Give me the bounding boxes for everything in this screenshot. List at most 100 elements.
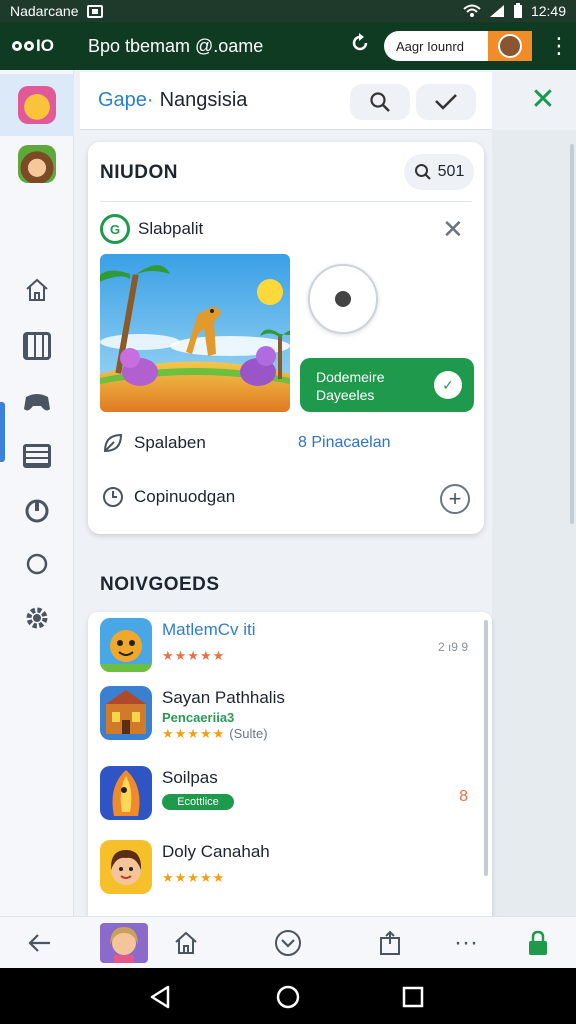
sidebar-item-game-app[interactable] (0, 74, 74, 136)
primary-action-button[interactable]: Dodemeire Dayeeles ✓ (300, 358, 474, 412)
section-title: NOIVGOEDS (100, 574, 220, 595)
share-icon[interactable] (370, 925, 410, 961)
home-icon (26, 278, 48, 301)
feature-row-1[interactable]: Spalaben (102, 432, 206, 454)
sidebar-item-home[interactable] (0, 266, 74, 314)
game-tag-badge: Ecottlice (162, 794, 234, 810)
game-rating: ★★★★★ (162, 648, 226, 663)
signal-icon (489, 5, 504, 17)
circle-icon (26, 553, 48, 575)
sidebar-item-circle[interactable] (0, 540, 74, 588)
leaf-icon (103, 433, 123, 453)
nav-home-icon[interactable] (275, 984, 301, 1010)
game-badge-icon: G (100, 214, 130, 244)
nav-recents-icon[interactable] (400, 984, 426, 1010)
sidebar-item-controller[interactable] (0, 378, 74, 426)
game-meta: 8 (459, 788, 468, 805)
game-app-icon (18, 86, 56, 124)
list-item[interactable]: Soilpas Ecottlice 8 (100, 766, 480, 824)
avatar-face-icon (110, 927, 138, 963)
game-rating: ★★★★★ (Sulte) (162, 726, 268, 742)
search-chip[interactable]: 501 (404, 154, 474, 190)
check-circle-icon: ✓ (434, 371, 462, 399)
user-avatar[interactable] (100, 923, 148, 963)
game-icon (100, 766, 152, 820)
feature-row-2-label: Copinuodgan (134, 487, 236, 506)
active-indicator (0, 402, 5, 462)
gamepad-icon (24, 394, 50, 411)
rating-stars: ★★★★★ (162, 726, 226, 741)
wifi-icon (463, 4, 481, 17)
game-list: MatlemCv iti ★★★★★ 2 ı9 9 Sayan Pathhali… (88, 612, 492, 922)
game-meta: 2 ı9 9 (437, 640, 468, 654)
confirm-button[interactable] (416, 84, 476, 120)
game-artwork[interactable] (100, 254, 290, 412)
game-icon (100, 840, 152, 894)
status-bar: Nadarcane 12:49 (0, 0, 576, 22)
clock: 12:49 (530, 3, 566, 19)
more-horizontal-icon[interactable]: ··· (446, 925, 486, 961)
divider (100, 201, 472, 202)
check-icon (435, 94, 457, 110)
feature-row-1-label: Spalaben (134, 433, 206, 452)
battery-icon (513, 3, 522, 18)
search-button[interactable] (350, 84, 410, 120)
feature-link[interactable]: 8 Pinacaelan (298, 434, 391, 452)
list-item[interactable]: Doly Canahah ★★★★★ (100, 840, 480, 898)
notification-icon (86, 4, 103, 18)
app-bar: IO Bpo tbemam @.oame Aagr Iounrd ⋮ (0, 22, 576, 70)
refresh-icon[interactable] (346, 32, 374, 60)
sidebar-nav (0, 70, 74, 916)
profile-avatar[interactable] (488, 31, 532, 61)
game-name: Doly Canahah (162, 842, 270, 861)
gear-icon (26, 607, 48, 629)
sidebar-item-settings[interactable] (0, 594, 74, 642)
game-name: Sayan Pathhalis (162, 688, 285, 707)
clock-icon (103, 487, 123, 507)
game-icon (100, 686, 152, 740)
search-brand: Gape· (98, 89, 154, 111)
bottom-toolbar: ··· (0, 916, 576, 968)
search-bar[interactable]: Gape· Nangsisia (80, 72, 492, 130)
back-arrow-icon[interactable] (20, 925, 60, 961)
list-item[interactable]: Sayan Pathhalis Pencaeriia3 ★★★★★ (Sulte) (100, 686, 480, 744)
sidebar-item-avatar[interactable] (0, 140, 74, 188)
list-item[interactable]: MatlemCv iti ★★★★★ 2 ı9 9 (100, 618, 480, 676)
scrollbar[interactable] (570, 144, 574, 524)
brand-logo[interactable]: IO (12, 36, 54, 56)
sidebar-item-power[interactable] (0, 486, 74, 534)
lock-icon[interactable] (518, 925, 558, 961)
nav-back-icon[interactable] (148, 984, 174, 1010)
featured-item-header: G Slabpalit (100, 214, 203, 244)
gallery-grid-icon (23, 332, 51, 360)
side-panel (492, 130, 576, 916)
chevron-down-circle-icon[interactable] (268, 925, 308, 961)
joystick-knob[interactable] (308, 264, 378, 334)
account-chip[interactable]: Aagr Iounrd (384, 31, 488, 61)
home-icon[interactable] (166, 925, 206, 961)
brand-text: IO (36, 36, 54, 55)
featured-card: NIUDON 501 G Slabpalit ✕ Dodemeire Dayee (88, 142, 484, 534)
game-icon (100, 618, 152, 672)
app-title: Bpo tbemam @.oame (87, 35, 264, 56)
avatar-face-icon (498, 34, 522, 58)
search-icon (370, 92, 390, 112)
logo-ring-icon (12, 41, 22, 51)
feature-row-2[interactable]: Copinuodgan (102, 486, 235, 508)
sidebar-item-gallery[interactable] (0, 322, 74, 370)
sidebar-item-calendar[interactable] (0, 432, 74, 480)
game-name: MatlemCv iti (162, 620, 256, 639)
game-rating: ★★★★★ (162, 870, 226, 885)
power-icon (25, 499, 49, 523)
dismiss-icon[interactable]: ✕ (442, 214, 464, 245)
game-name: Soilpas (162, 768, 218, 787)
rating-count: (Sulte) (229, 726, 268, 741)
more-menu-icon[interactable]: ⋮ (548, 33, 570, 59)
featured-item-name: Slabpalit (138, 219, 204, 238)
calendar-icon (23, 444, 51, 468)
add-button[interactable]: + (440, 484, 470, 514)
search-icon (414, 164, 431, 180)
list-scrollbar[interactable] (484, 620, 488, 876)
carrier-label: Nadarcane (10, 3, 79, 19)
close-panel-icon[interactable]: ✕ (527, 84, 559, 116)
